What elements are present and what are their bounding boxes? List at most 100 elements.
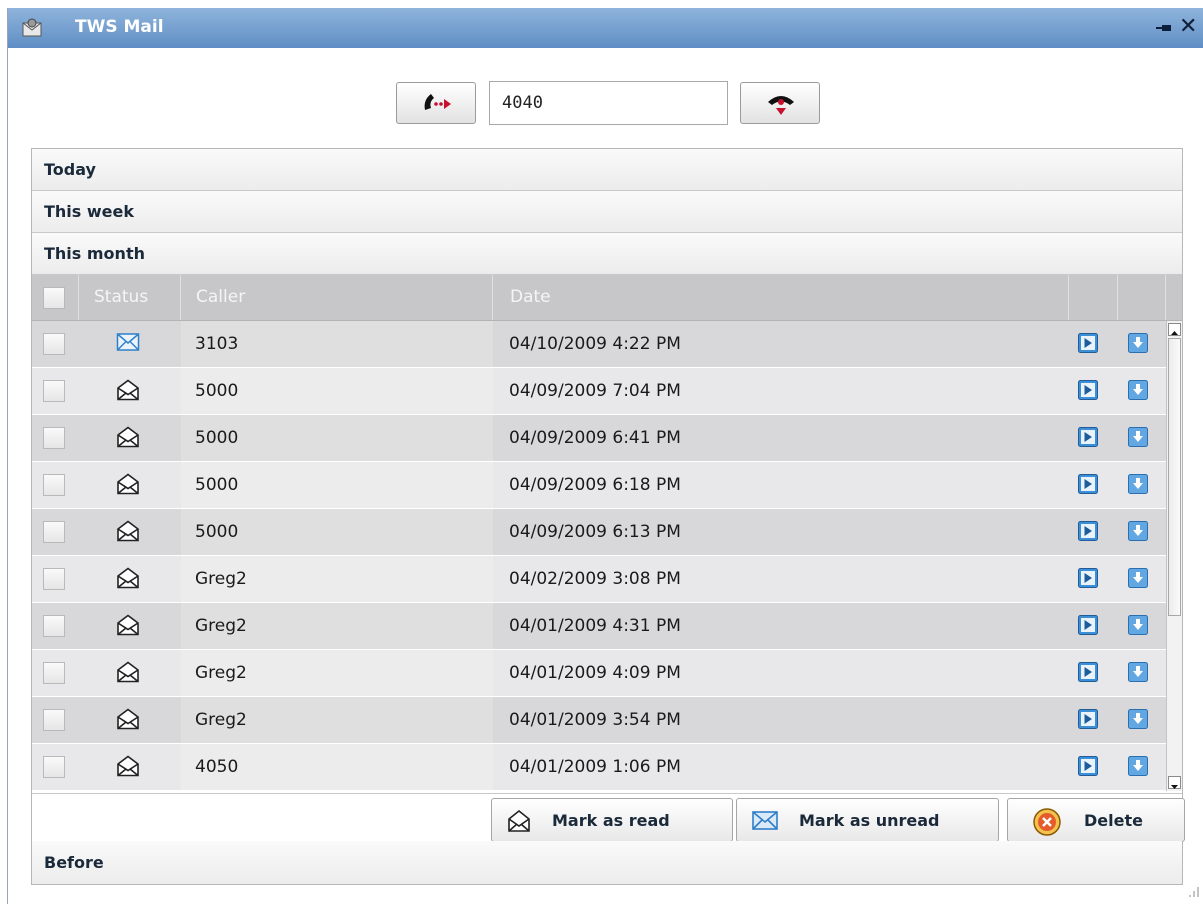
table-row[interactable]: 3103 04/10/2009 4:22 PM	[32, 321, 1166, 367]
col-date[interactable]: Date	[510, 275, 551, 320]
play-icon[interactable]	[1078, 474, 1098, 494]
download-icon[interactable]	[1128, 521, 1148, 541]
envelope-open-icon	[116, 426, 140, 448]
row-checkbox[interactable]	[43, 380, 65, 402]
download-icon[interactable]	[1128, 709, 1148, 729]
select-all-checkbox[interactable]	[43, 287, 65, 309]
caller-cell: Greg2	[195, 569, 247, 589]
call-bar	[8, 80, 1203, 128]
close-icon[interactable]: ✕	[1179, 16, 1197, 38]
play-icon[interactable]	[1078, 427, 1098, 447]
play-icon[interactable]	[1078, 521, 1098, 541]
group-this-week[interactable]: This week	[32, 191, 1182, 233]
window-title: TWS Mail	[75, 17, 164, 37]
scroll-down-button[interactable]	[1168, 776, 1181, 789]
caller-cell: 5000	[195, 522, 239, 542]
scroll-up-button[interactable]	[1168, 323, 1181, 336]
group-before[interactable]: Before	[32, 841, 1182, 884]
row-checkbox[interactable]	[43, 709, 65, 731]
date-cell: 04/10/2009 4:22 PM	[509, 334, 681, 354]
title-bar[interactable]: TWS Mail ✕	[8, 8, 1203, 48]
table-row[interactable]: 5000 04/09/2009 7:04 PM	[32, 368, 1166, 414]
hangup-button[interactable]	[740, 82, 820, 124]
row-checkbox[interactable]	[43, 474, 65, 496]
caller-cell: Greg2	[195, 663, 247, 683]
table-row[interactable]: Greg2 04/01/2009 3:54 PM	[32, 697, 1166, 743]
date-cell: 04/09/2009 6:13 PM	[509, 522, 681, 542]
row-checkbox[interactable]	[43, 662, 65, 684]
envelope-open-icon	[116, 661, 140, 683]
table-row[interactable]: 5000 04/09/2009 6:13 PM	[32, 509, 1166, 555]
envelope-closed-icon	[116, 332, 140, 354]
caller-cell: Greg2	[195, 710, 247, 730]
play-icon[interactable]	[1078, 380, 1098, 400]
download-icon[interactable]	[1128, 756, 1148, 776]
envelope-open-icon	[116, 520, 140, 542]
envelope-open-icon	[116, 473, 140, 495]
download-icon[interactable]	[1128, 662, 1148, 682]
caller-cell: 5000	[195, 381, 239, 401]
row-checkbox[interactable]	[43, 333, 65, 355]
mark-as-unread-button[interactable]: Mark as unread	[736, 798, 999, 842]
grid-header: Status Caller Date	[32, 275, 1182, 321]
col-status[interactable]: Status	[94, 275, 148, 320]
table-row[interactable]: Greg2 04/02/2009 3:08 PM	[32, 556, 1166, 602]
group-today[interactable]: Today	[32, 149, 1182, 191]
envelope-open-icon	[116, 567, 140, 589]
pin-icon[interactable]	[1156, 21, 1172, 35]
scroll-thumb[interactable]	[1168, 338, 1181, 616]
envelope-open-icon	[508, 809, 530, 832]
caller-cell: Greg2	[195, 616, 247, 636]
download-icon[interactable]	[1128, 427, 1148, 447]
play-icon[interactable]	[1078, 333, 1098, 353]
table-row[interactable]: 5000 04/09/2009 6:18 PM	[32, 462, 1166, 508]
table-row[interactable]: 4050 04/01/2009 1:06 PM	[32, 744, 1166, 790]
download-icon[interactable]	[1128, 615, 1148, 635]
row-checkbox[interactable]	[43, 521, 65, 543]
download-icon[interactable]	[1128, 380, 1148, 400]
caller-cell: 4050	[195, 757, 239, 777]
col-caller[interactable]: Caller	[196, 275, 245, 320]
table-row[interactable]: Greg2 04/01/2009 4:09 PM	[32, 650, 1166, 696]
mark-as-read-button[interactable]: Mark as read	[491, 798, 733, 842]
row-checkbox[interactable]	[43, 568, 65, 590]
table-row[interactable]: 5000 04/09/2009 6:41 PM	[32, 415, 1166, 461]
mark-as-read-label: Mark as read	[552, 811, 670, 830]
play-icon[interactable]	[1078, 662, 1098, 682]
delete-icon	[1033, 808, 1061, 836]
play-icon[interactable]	[1078, 709, 1098, 729]
row-checkbox[interactable]	[43, 615, 65, 637]
phone-number-input[interactable]	[489, 81, 728, 125]
envelope-open-icon	[116, 708, 140, 730]
download-icon[interactable]	[1128, 474, 1148, 494]
download-icon[interactable]	[1128, 568, 1148, 588]
call-button[interactable]	[396, 82, 476, 124]
table-row[interactable]: Greg2 04/01/2009 4:31 PM	[32, 603, 1166, 649]
phone-call-icon	[424, 94, 451, 110]
caller-cell: 5000	[195, 475, 239, 495]
row-checkbox[interactable]	[43, 756, 65, 778]
date-cell: 04/09/2009 6:18 PM	[509, 475, 681, 495]
play-icon[interactable]	[1078, 568, 1098, 588]
resize-grip-icon[interactable]	[1185, 884, 1199, 898]
mail-app-icon	[22, 18, 42, 37]
date-cell: 04/01/2009 3:54 PM	[509, 710, 681, 730]
date-cell: 04/01/2009 1:06 PM	[509, 757, 681, 777]
play-icon[interactable]	[1078, 756, 1098, 776]
envelope-open-icon	[116, 379, 140, 401]
play-icon[interactable]	[1078, 615, 1098, 635]
download-icon[interactable]	[1128, 333, 1148, 353]
date-cell: 04/02/2009 3:08 PM	[509, 569, 681, 589]
tws-mail-window: TWS Mail ✕ Today This week Thi	[7, 8, 1203, 904]
phone-hangup-icon	[768, 96, 794, 115]
date-cell: 04/01/2009 4:31 PM	[509, 616, 681, 636]
group-this-month[interactable]: This month	[32, 233, 1182, 275]
mark-as-unread-label: Mark as unread	[799, 811, 940, 830]
list-scrollbar[interactable]	[1166, 321, 1182, 791]
date-cell: 04/09/2009 7:04 PM	[509, 381, 681, 401]
date-cell: 04/09/2009 6:41 PM	[509, 428, 681, 448]
row-checkbox[interactable]	[43, 427, 65, 449]
envelope-closed-icon	[752, 811, 778, 830]
action-bar: Mark as read Mark as unread Delete	[32, 793, 1185, 842]
delete-button[interactable]: Delete	[1007, 798, 1185, 842]
